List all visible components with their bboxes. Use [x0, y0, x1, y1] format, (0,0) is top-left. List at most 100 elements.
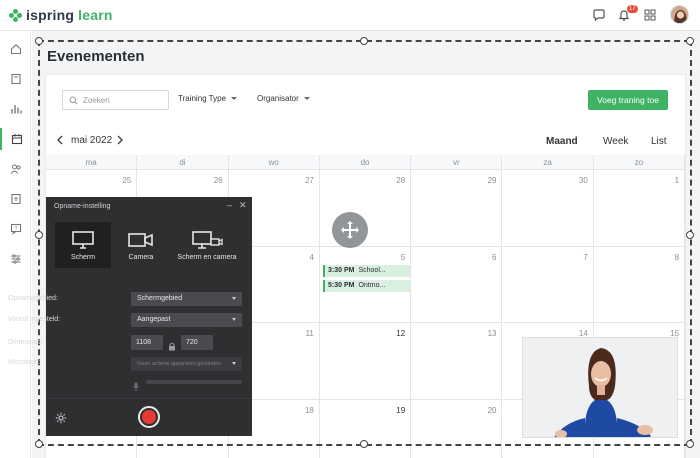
top-bar: ispring learn 17 — [0, 0, 700, 31]
resize-handle-bottom-left[interactable] — [35, 440, 43, 448]
webcam-preview[interactable] — [522, 337, 678, 438]
sidebar-item-reports[interactable] — [0, 98, 31, 120]
weekday-header: di — [137, 155, 229, 170]
next-month-button[interactable] — [116, 135, 124, 148]
day-number: 1 — [674, 176, 680, 185]
audio-level-meter — [146, 380, 242, 384]
weekday-header: zo — [593, 155, 686, 170]
move-handle[interactable] — [332, 212, 368, 248]
page-title: Evenementen — [47, 48, 145, 65]
calendar-day-cell[interactable]: 30 — [502, 170, 594, 247]
sidebar-item-groups[interactable] — [0, 188, 31, 210]
search-box[interactable] — [62, 90, 169, 110]
add-training-button[interactable]: Voeg traning toe — [588, 90, 668, 110]
sliders-icon — [11, 254, 20, 264]
preset-value: Aangepast — [137, 316, 171, 323]
day-number: 8 — [674, 252, 680, 262]
calendar-day-cell[interactable]: 8 — [593, 246, 686, 323]
sidebar-item-help[interactable]: ? — [0, 218, 31, 240]
minimize-button[interactable]: – — [227, 200, 232, 210]
calendar-day-cell[interactable]: 7 — [502, 246, 594, 323]
preset-label: Vooraf ingesteld: — [8, 316, 61, 323]
gear-icon[interactable] — [55, 411, 67, 429]
weekday-header: za — [502, 155, 594, 170]
svg-text:?: ? — [14, 226, 17, 232]
preset-select[interactable]: Aangepast — [131, 313, 242, 327]
filter-training-type[interactable]: Training Type — [178, 94, 238, 103]
filter-organizer-label: Organisator — [257, 94, 299, 103]
mode-screen-label: Scherm — [70, 254, 96, 261]
sidebar-item-library[interactable] — [0, 68, 31, 90]
resize-handle-left[interactable] — [35, 231, 43, 239]
chat-icon[interactable] — [590, 6, 608, 24]
resize-handle-right[interactable] — [686, 231, 694, 239]
chevron-down-icon — [231, 97, 238, 100]
search-icon — [69, 96, 78, 105]
day-number: 12 — [396, 329, 406, 338]
close-button[interactable]: ✕ — [239, 200, 247, 211]
sidebar-item-users[interactable] — [0, 158, 31, 180]
event-time: 3:30 PM — [328, 267, 355, 274]
day-number: 11 — [305, 329, 314, 338]
logo[interactable]: ispring learn — [9, 7, 113, 23]
tab-month[interactable]: Maand — [546, 136, 578, 147]
camera-icon — [128, 233, 153, 247]
tab-week[interactable]: Week — [603, 136, 628, 147]
filter-organizer[interactable]: Organisator — [257, 94, 310, 103]
calendar-day-cell[interactable]: 6 — [411, 246, 503, 323]
prev-month-button[interactable] — [56, 135, 64, 148]
monitor-icon — [72, 231, 94, 249]
weekday-header: wo — [228, 155, 320, 170]
lock-icon[interactable] — [168, 338, 176, 356]
resize-handle-top-left[interactable] — [35, 37, 43, 45]
avatar[interactable] — [670, 5, 689, 24]
calendar-day-cell[interactable]: 13 — [411, 323, 503, 400]
microphone-select[interactable]: Geen actieve apparaten gevonden — [131, 357, 242, 371]
height-input[interactable]: 720 — [181, 335, 213, 350]
weekday-header: vr — [411, 155, 503, 170]
day-number: 4 — [309, 252, 314, 262]
resize-handle-bottom-right[interactable] — [686, 440, 694, 448]
calendar-day-cell[interactable]: 29 — [411, 170, 503, 247]
chevron-down-icon — [232, 318, 236, 321]
home-icon — [10, 44, 21, 55]
tab-list[interactable]: List — [651, 136, 667, 147]
event-title: Ontmo... — [358, 282, 386, 289]
logo-icon — [9, 8, 22, 22]
sidebar-item-calendar[interactable] — [0, 128, 31, 150]
calendar-day-cell[interactable]: 12 — [319, 323, 412, 400]
calendar-day-cell[interactable]: 20 — [411, 399, 503, 458]
day-number: 26 — [213, 176, 223, 185]
calendar-day-cell[interactable]: 1 — [593, 170, 686, 247]
weekday-header: do — [319, 155, 412, 170]
day-number: 13 — [487, 329, 497, 338]
day-number: 29 — [487, 176, 497, 185]
record-button[interactable] — [138, 406, 160, 428]
chevron-down-icon — [232, 362, 236, 365]
filter-training-type-label: Training Type — [178, 94, 227, 103]
selection-border-right[interactable] — [690, 40, 692, 445]
calendar-event[interactable]: 3:30 PM School... — [323, 265, 410, 277]
microphone-value: Geen actieve apparaten gevonden — [137, 361, 222, 367]
search-input[interactable] — [83, 93, 163, 107]
recording-area-select[interactable]: Schermgebied — [131, 292, 242, 306]
sidebar: ? — [0, 31, 31, 458]
calendar-day-cell[interactable]: 19 — [319, 399, 412, 458]
sidebar-item-settings[interactable] — [0, 248, 31, 270]
width-input[interactable]: 1108 — [131, 335, 163, 350]
calendar-event[interactable]: 5:30 PM Ontmo... — [323, 280, 410, 292]
mode-screen[interactable]: Scherm — [55, 222, 111, 268]
resize-handle-bottom[interactable] — [360, 440, 368, 448]
resize-handle-top[interactable] — [360, 37, 368, 45]
chevron-down-icon — [303, 97, 310, 100]
resize-handle-top-right[interactable] — [686, 37, 694, 45]
apps-grid-icon[interactable] — [641, 6, 659, 24]
weekday-header: ma — [46, 155, 138, 170]
sidebar-item-home[interactable] — [0, 38, 31, 60]
mode-screen-and-camera[interactable]: Scherm en camera — [173, 222, 241, 268]
mode-camera[interactable]: Camera — [113, 222, 169, 268]
recording-area-label: Opnamegebied: — [8, 295, 58, 302]
panel-divider — [46, 398, 252, 399]
selection-border-left[interactable] — [38, 40, 40, 445]
day-number: 20 — [487, 405, 497, 415]
